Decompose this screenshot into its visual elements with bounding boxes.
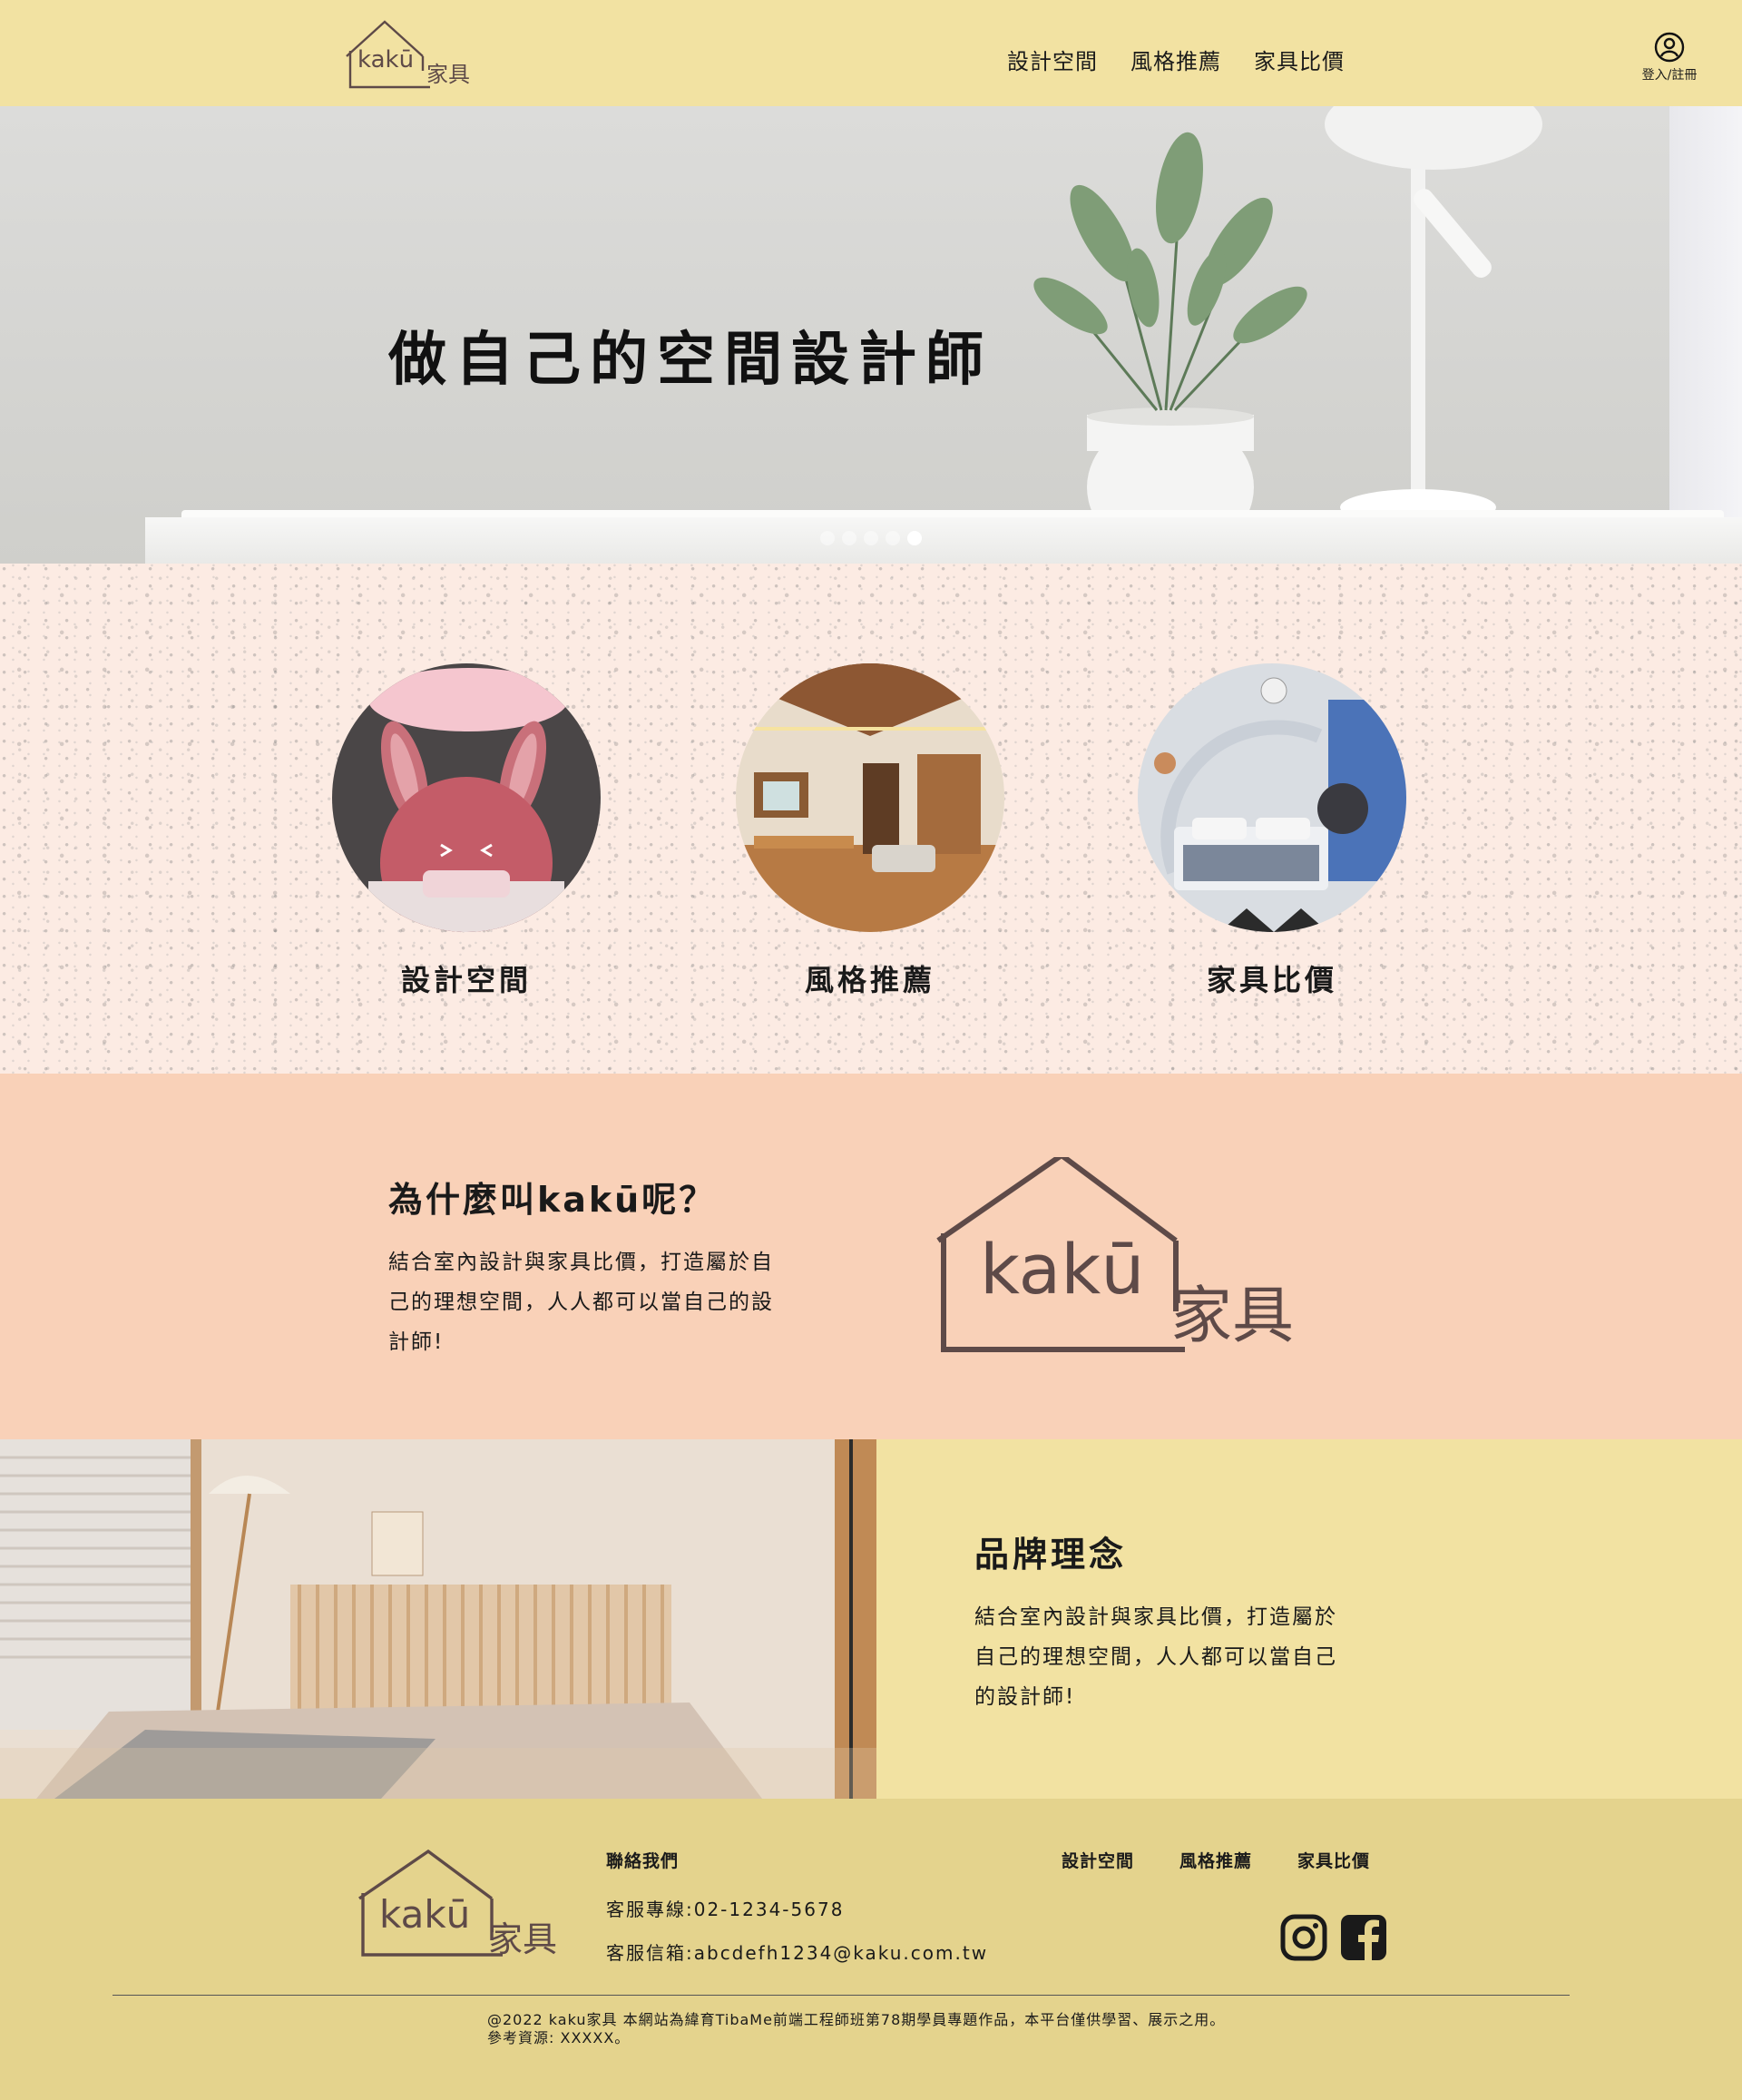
footer-nav-style-recommend[interactable]: 風格推薦	[1179, 1848, 1252, 1872]
footer-kaku-logo[interactable]: kakū 家具	[356, 1850, 566, 1960]
brand-section: 品牌理念 結合室內設計與家具比價，打造屬於自己的理想空間，人人都可以當自己的設計…	[0, 1439, 1742, 1799]
kaku-logo[interactable]: kakū 家具	[343, 18, 477, 93]
carousel-dot-4[interactable]	[886, 531, 900, 545]
hero-cabinet	[145, 517, 1742, 564]
hero-banner: 做自己的空間設計師	[0, 106, 1742, 564]
category-card-price-compare[interactable]: 家具比價	[1136, 663, 1408, 999]
why-kaku-section: 為什麼叫kakū呢？ 結合室內設計與家具比價，打造屬於自己的理想空間，人人都可以…	[0, 1074, 1742, 1439]
customer-service-email[interactable]: 客服信箱:abcdefh1234@kaku.com.tw	[606, 1938, 988, 1965]
svg-text:家具: 家具	[488, 1919, 557, 1959]
category-card-design-space[interactable]: 設計空間	[330, 663, 602, 999]
site-header: kakū 家具 設計空間 風格推薦 家具比價 登入/註冊	[0, 0, 1742, 106]
hero-title: 做自己的空間設計師	[388, 327, 993, 394]
carousel-dot-1[interactable]	[820, 531, 835, 545]
svg-text:家具: 家具	[1170, 1281, 1294, 1352]
category-image-wooden-loft	[736, 663, 1004, 932]
social-links	[1279, 1913, 1388, 1962]
customer-service-phone: 客服專線:02-1234-5678	[606, 1899, 845, 1920]
contact-us-heading: 聯絡我們	[606, 1851, 680, 1871]
why-kaku-title: 為什麼叫kakū呢？	[388, 1180, 717, 1220]
main-nav: 設計空間 風格推薦 家具比價	[1007, 44, 1345, 75]
category-label: 風格推薦	[804, 963, 935, 997]
nav-item-design-space[interactable]: 設計空間	[1007, 44, 1098, 75]
brand-philosophy-title: 品牌理念	[974, 1535, 1128, 1575]
nav-item-price-compare[interactable]: 家具比價	[1254, 44, 1345, 75]
category-label: 家具比價	[1206, 963, 1337, 997]
carousel-dot-3[interactable]	[864, 531, 878, 545]
category-image-space-bedroom	[1138, 663, 1406, 932]
footer-divider	[113, 1995, 1570, 1996]
copyright-line: @2022 kaku家具 本網站為緯育TibaMe前端工程師班第78期學員專題作…	[487, 2011, 1226, 2028]
hero-window-edge	[1669, 106, 1742, 564]
footer-nav-design-space[interactable]: 設計空間	[1062, 1848, 1134, 1872]
kaku-logo-large: kakū 家具	[936, 1157, 1294, 1352]
copyright-text: @2022 kaku家具 本網站為緯育TibaMe前端工程師班第78期學員專題作…	[487, 2011, 1225, 2047]
svg-text:kakū: kakū	[357, 46, 414, 74]
footer-nav-price-compare[interactable]: 家具比價	[1297, 1848, 1370, 1872]
carousel-dots	[820, 531, 922, 545]
instagram-icon[interactable]	[1279, 1913, 1328, 1962]
svg-text:kakū: kakū	[379, 1892, 470, 1937]
brand-bedroom-image	[0, 1439, 876, 1799]
category-card-style-recommend[interactable]: 風格推薦	[734, 663, 1006, 999]
category-label: 設計空間	[400, 963, 532, 997]
login-register-button[interactable]: 登入/註冊	[1633, 31, 1706, 83]
login-register-label: 登入/註冊	[1641, 68, 1698, 83]
brand-philosophy-description: 結合室內設計與家具比價，打造屬於自己的理想空間，人人都可以當自己的設計師!	[974, 1605, 1337, 1709]
site-footer: kakū 家具 聯絡我們 客服專線:02-1234-5678 客服信箱:abcd…	[0, 1799, 1742, 2100]
facebook-icon[interactable]	[1339, 1913, 1388, 1962]
reference-line: 參考資源: XXXXX。	[487, 2029, 631, 2046]
carousel-dot-5[interactable]	[907, 531, 922, 545]
nav-item-style-recommend[interactable]: 風格推薦	[1130, 44, 1221, 75]
user-circle-icon	[1654, 32, 1685, 63]
footer-nav: 設計空間 風格推薦 家具比價	[1062, 1848, 1370, 1872]
svg-text:家具: 家具	[426, 62, 470, 87]
category-image-rabbit-room	[332, 663, 601, 932]
why-kaku-description: 結合室內設計與家具比價，打造屬於自己的理想空間，人人都可以當自己的設計師!	[388, 1251, 774, 1354]
category-section: 設計空間 風格推薦 家具比價	[0, 564, 1742, 1074]
svg-text:kakū: kakū	[980, 1229, 1144, 1310]
carousel-dot-2[interactable]	[842, 531, 856, 545]
